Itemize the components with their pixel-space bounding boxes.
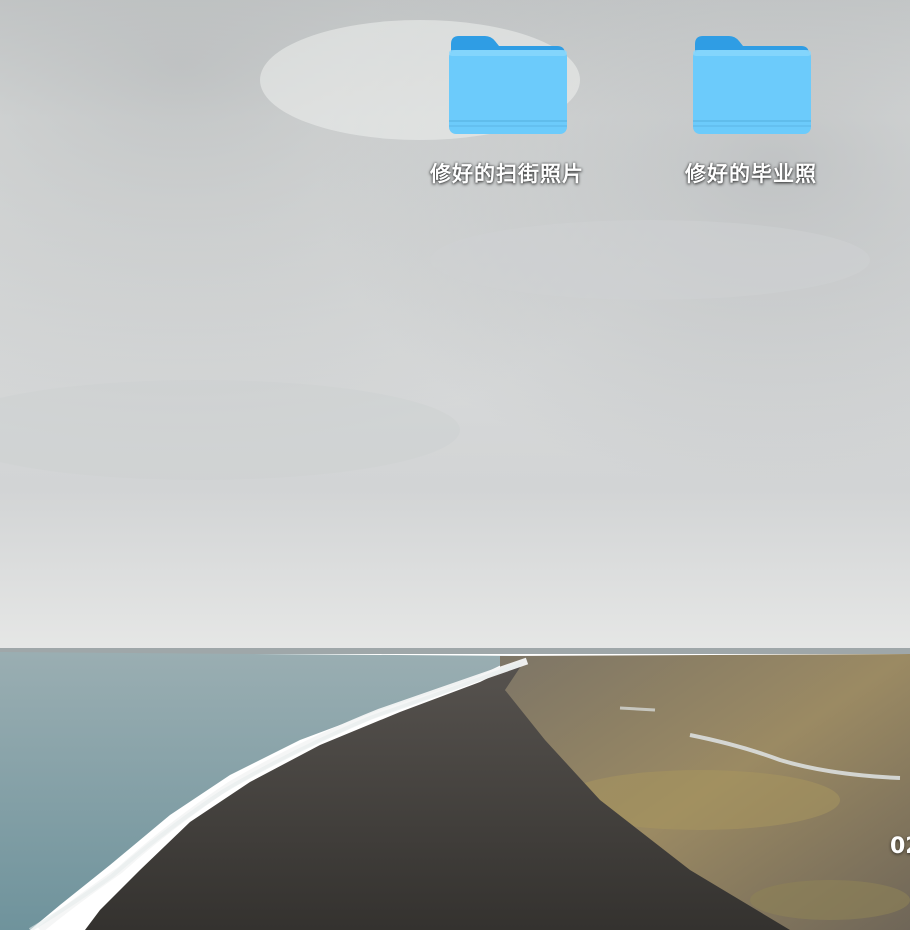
desktop-icon-label: 修好的毕业照	[685, 162, 817, 186]
desktop-icon-label: 修好的扫街照片	[430, 162, 584, 186]
desktop-icon-street-photos[interactable]: 修好的扫街照片	[407, 30, 607, 188]
folder-icon	[449, 36, 567, 134]
folder-icon	[693, 36, 811, 134]
clock-text: 02	[890, 834, 910, 859]
desktop-icon-graduation-photos[interactable]: 修好的毕业照	[651, 30, 851, 188]
desktop-clock-widget: 02	[888, 834, 910, 864]
desktop[interactable]: 修好的扫街照片 修好的毕业照 02	[0, 0, 910, 930]
